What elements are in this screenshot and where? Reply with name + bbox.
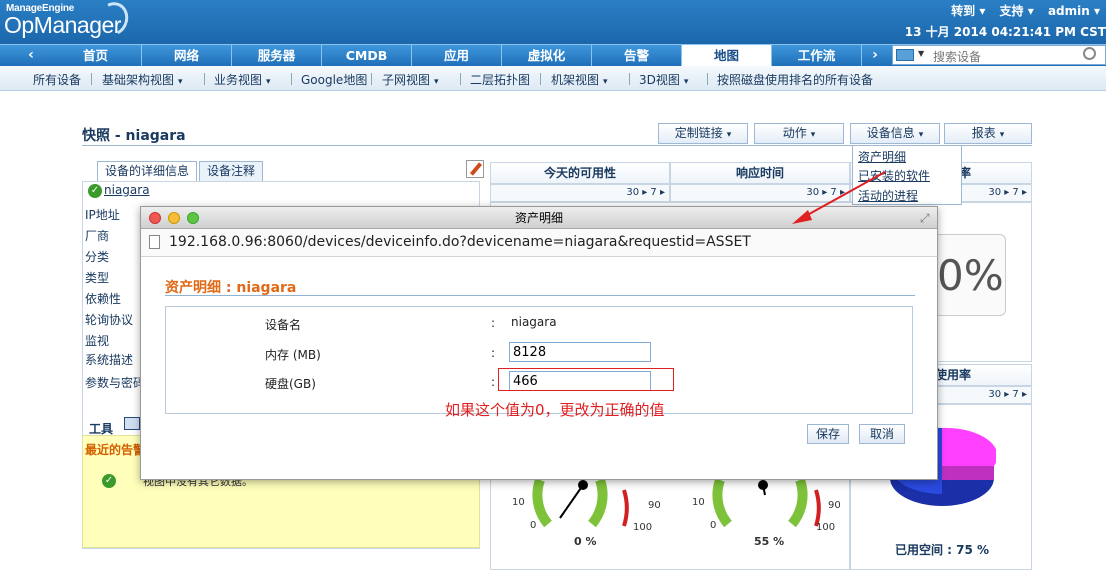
nav-maps[interactable]: 地图 [682, 45, 772, 66]
gauge-tick-label: 90 [828, 500, 841, 511]
nav-prev-arrow-icon[interactable]: ‹ [20, 45, 42, 66]
device-info-button[interactable]: 设备信息 ▾ [850, 123, 940, 144]
tab-device-notes[interactable]: 设备注释 [199, 161, 263, 181]
chevron-down-icon: ▾ [603, 77, 608, 87]
nav-next-arrow-icon[interactable]: › [864, 45, 886, 66]
annotation-note: 如果这个值为0，更改为正确的值 [445, 401, 665, 419]
close-window-icon[interactable] [149, 212, 161, 224]
chevron-down-icon: ▾ [918, 130, 924, 140]
asset-details-dialog: 资产明细 ⤢ 192.168.0.96:8060/devices/devicei… [140, 206, 938, 480]
url-text[interactable]: 192.168.0.96:8060/devices/deviceinfo.do?… [169, 234, 751, 250]
search-scope-chevron-icon[interactable]: ▼ [918, 49, 924, 58]
annotation-arrow [792, 171, 886, 224]
minimize-window-icon[interactable] [168, 212, 180, 224]
device-name-link[interactable]: niagara [104, 183, 150, 197]
status-ok-icon: ✓ [88, 184, 102, 198]
device-search[interactable]: ▼ 搜索设备 [892, 45, 1106, 65]
support-menu[interactable]: 支持 ▾ [1000, 4, 1034, 18]
subnav-disk-ranking[interactable]: 按照磁盘使用排名的所有设备 [717, 71, 873, 88]
cancel-button[interactable]: 取消 [859, 424, 905, 444]
nav-workflow[interactable]: 工作流 [772, 45, 862, 66]
goto-menu[interactable]: 转到 ▾ [951, 4, 985, 18]
tools-icon[interactable] [124, 417, 140, 430]
gauge-tick-label: 0 [530, 520, 536, 530]
availability-header: 今天的可用性 [490, 162, 670, 184]
app-header: ManageEngine OpManager 转到 ▾ 支持 ▾ admin ▾… [0, 0, 1106, 44]
sub-nav: 所有设备 基础架构视图 ▾ 业务视图 ▾ Google地图 子网视图 ▾ 二层拓扑图 … [0, 66, 1106, 91]
maximize-window-icon[interactable] [187, 212, 199, 224]
chevron-down-icon: ▾ [999, 130, 1005, 140]
chevron-down-icon: ▾ [434, 77, 439, 87]
search-icon[interactable] [1083, 47, 1096, 60]
chevron-down-icon: ▾ [178, 77, 183, 87]
memory-input[interactable] [509, 342, 651, 362]
gauge-tick-label: 10 [692, 497, 705, 508]
chevron-down-icon: ▾ [726, 130, 732, 140]
label-disk: 硬盘(GB) [265, 377, 316, 391]
subnav-subnet[interactable]: 子网视图 ▾ [382, 71, 439, 88]
tab-device-details[interactable]: 设备的详细信息 [97, 161, 197, 181]
nav-network[interactable]: 网络 [142, 45, 232, 66]
reports-button[interactable]: 报表 ▾ [944, 123, 1032, 144]
gauge-response-value: 55 % [754, 535, 785, 548]
cpu-percent-display: 0% [937, 251, 1004, 300]
page-icon [149, 235, 160, 249]
custom-links-button[interactable]: 定制链接 ▾ [658, 123, 748, 144]
actions-button[interactable]: 动作 ▾ [754, 123, 844, 144]
fullscreen-icon[interactable]: ⤢ [920, 211, 930, 226]
field-category: 分类 [85, 250, 110, 264]
nav-home[interactable]: 首页 [50, 45, 142, 66]
gauge-tick-label: 100 [816, 522, 835, 530]
subnav-rack[interactable]: 机架视图 ▾ [551, 71, 608, 88]
used-space-readout: 已用空间 : 75 % [895, 543, 990, 557]
field-poll-protocol: 轮询协议 [85, 313, 134, 327]
page-title: 快照 - niagara [82, 128, 186, 144]
subnav-layer2[interactable]: 二层拓扑图 [470, 71, 530, 88]
label-device-name: 设备名 [265, 318, 302, 332]
field-ip: IP地址 [85, 208, 120, 222]
save-button[interactable]: 保存 [807, 424, 849, 444]
dialog-heading: 资产明细 : niagara [165, 280, 297, 296]
gauge-tick-label: 100 [633, 522, 652, 530]
field-monitor: 监视 [85, 334, 110, 348]
subnav-google-map[interactable]: Google地图 [301, 71, 367, 88]
field-vendor: 厂商 [85, 229, 110, 243]
nav-alarms[interactable]: 告警 [592, 45, 682, 66]
nav-cmdb[interactable]: CMDB [322, 45, 412, 66]
chevron-down-icon: ▾ [266, 77, 271, 87]
edit-pencil-icon[interactable] [466, 160, 484, 178]
header-links: 转到 ▾ 支持 ▾ admin ▾ [941, 2, 1100, 19]
label-memory: 内存 (MB) [265, 348, 321, 362]
recent-alarms-label: 最近的告警 [85, 443, 141, 457]
current-datetime: 13 十月 2014 04:21:41 PM CST [904, 25, 1106, 39]
used-space-value: 75 % [956, 543, 990, 557]
subnav-3d[interactable]: 3D视图 ▾ [639, 71, 688, 88]
field-type: 类型 [85, 271, 110, 285]
gauge-tick-label: 10 [512, 497, 525, 508]
gauge-tick-label: 0 [710, 520, 716, 530]
gauge-availability-value: 0 % [574, 535, 597, 548]
nav-apps[interactable]: 应用 [412, 45, 502, 66]
nav-servers[interactable]: 服务器 [232, 45, 322, 66]
subnav-business[interactable]: 业务视图 ▾ [214, 71, 271, 88]
nav-virtual[interactable]: 虚拟化 [502, 45, 592, 66]
gauge-tick-label: 90 [648, 500, 661, 511]
monitor-icon [896, 49, 914, 61]
annotation-highlight [498, 368, 674, 391]
search-input[interactable]: 搜索设备 [933, 48, 981, 65]
chevron-down-icon: ▾ [810, 130, 816, 140]
subnav-all-devices[interactable]: 所有设备 [33, 71, 81, 88]
chevron-down-icon: ▾ [683, 77, 689, 87]
field-credentials: 参数与密码 [85, 376, 140, 390]
field-sys-desc: 系统描述 [85, 353, 134, 367]
field-dependency: 依赖性 [85, 292, 122, 306]
user-menu[interactable]: admin ▾ [1048, 4, 1100, 18]
subnav-infrastructure[interactable]: 基础架构视图 ▾ [102, 71, 183, 88]
value-device-name: niagara [511, 315, 557, 329]
availability-pager[interactable]: 30 ▸ 7 ▸ [490, 184, 670, 202]
dialog-title: 资产明细 [514, 211, 563, 225]
alarm-ok-icon: ✓ [102, 474, 116, 488]
